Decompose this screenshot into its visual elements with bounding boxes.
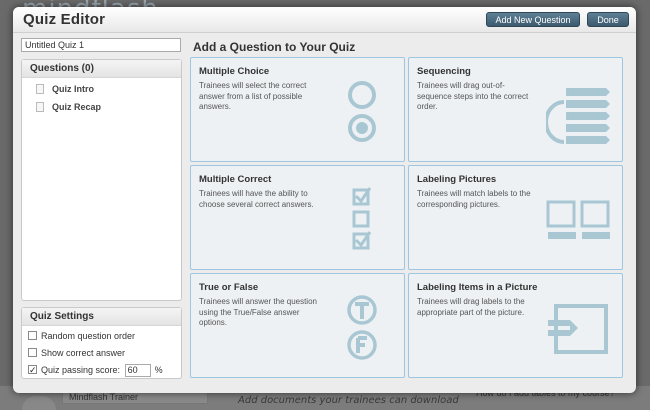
avatar <box>22 396 56 410</box>
random-order-label: Random question order <box>41 331 136 341</box>
dialog-title: Quiz Editor <box>23 11 106 28</box>
card-multiple-correct[interactable]: Multiple Correct Trainees will have the … <box>190 165 405 270</box>
settings-header: Quiz Settings <box>22 308 181 326</box>
list-item[interactable]: Quiz Recap <box>22 98 181 116</box>
labeling-items-icon <box>548 304 608 354</box>
questions-panel: Questions (0) Quiz Intro Quiz Recap <box>21 59 182 301</box>
docs-hint: Add documents your trainees can download <box>238 395 459 406</box>
add-new-question-button[interactable]: Add New Question <box>486 12 580 27</box>
card-title: Labeling Items in a Picture <box>417 282 538 293</box>
random-order-row: Random question order <box>22 328 181 345</box>
card-title: True or False <box>199 282 259 293</box>
quiz-editor-dialog: Quiz Editor Add New Question Done Untitl… <box>13 7 636 393</box>
percent-symbol: % <box>154 365 163 375</box>
question-label: Quiz Intro <box>52 84 94 94</box>
document-icon <box>36 102 44 112</box>
show-answer-checkbox[interactable] <box>28 348 37 358</box>
settings-panel: Quiz Settings Random question order Show… <box>21 307 182 379</box>
card-sequencing[interactable]: Sequencing Trainees will drag out-of-seq… <box>408 57 623 162</box>
card-title: Multiple Correct <box>199 174 272 185</box>
random-order-checkbox[interactable] <box>28 331 37 341</box>
card-description: Trainees will match labels to the corres… <box>417 189 531 209</box>
document-icon <box>36 84 44 94</box>
multiple-choice-icon <box>348 81 376 142</box>
card-title: Multiple Choice <box>199 66 270 77</box>
quiz-name-input[interactable]: Untitled Quiz 1 <box>21 38 181 52</box>
sequencing-icon <box>546 88 610 144</box>
card-title: Sequencing <box>417 66 471 77</box>
passing-score-checkbox[interactable]: ✓ <box>28 365 37 375</box>
list-item[interactable]: Quiz Intro <box>22 80 181 98</box>
card-description: Trainees will drag labels to the appropr… <box>417 297 525 317</box>
card-multiple-choice[interactable]: Multiple Choice Trainees will select the… <box>190 57 405 162</box>
card-description: Trainees will drag out-of-sequence steps… <box>417 81 529 111</box>
card-true-or-false[interactable]: True or False Trainees will answer the q… <box>190 273 405 378</box>
passing-score-input[interactable]: 60 <box>124 364 151 378</box>
questions-header: Questions (0) <box>22 60 181 78</box>
question-label: Quiz Recap <box>52 102 102 112</box>
true-false-icon <box>347 295 377 360</box>
page-title: Add a Question to Your Quiz <box>193 40 356 54</box>
card-description: Trainees will select the correct answer … <box>199 81 307 111</box>
card-title: Labeling Pictures <box>417 174 497 185</box>
show-answer-row: Show correct answer <box>22 345 181 362</box>
show-answer-label: Show correct answer <box>41 348 126 358</box>
labeling-pictures-icon <box>546 200 610 239</box>
card-description: Trainees will answer the question using … <box>199 297 317 327</box>
card-labeling-pictures[interactable]: Labeling Pictures Trainees will match la… <box>408 165 623 270</box>
passing-score-row: ✓ Quiz passing score: 60% <box>22 362 181 379</box>
passing-score-label: Quiz passing score: <box>41 365 121 375</box>
multiple-correct-icon <box>352 187 372 250</box>
dialog-titlebar: Quiz Editor Add New Question Done <box>13 7 636 33</box>
card-labeling-items-in-a-picture[interactable]: Labeling Items in a Picture Trainees wil… <box>408 273 623 378</box>
done-button[interactable]: Done <box>587 12 629 27</box>
card-description: Trainees will have the ability to choose… <box>199 189 314 209</box>
